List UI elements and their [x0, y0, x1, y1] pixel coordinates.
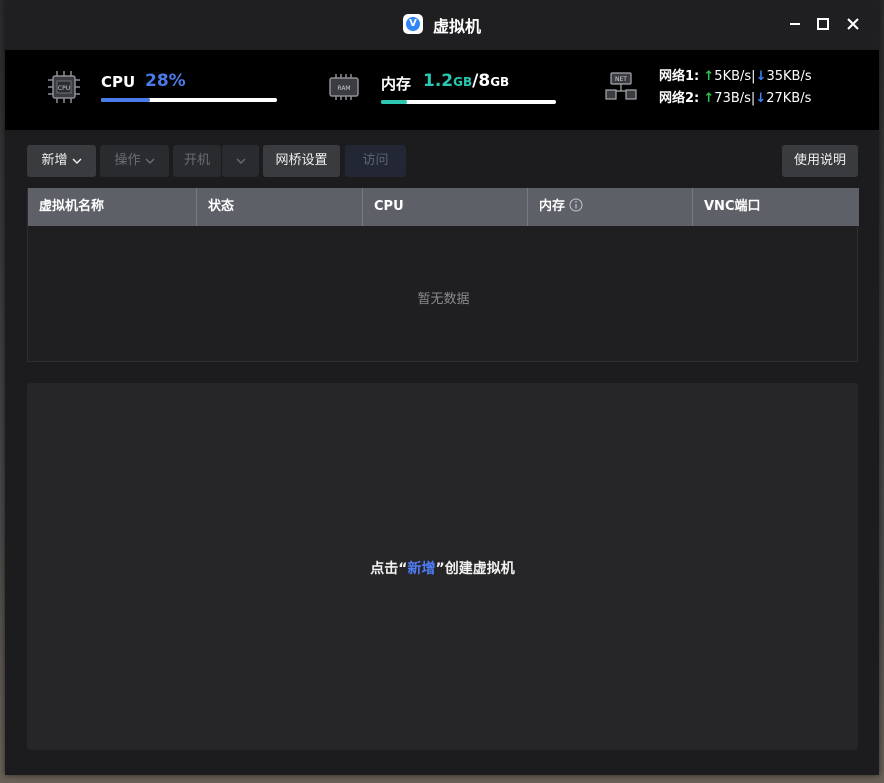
- memory-progress-fill: [381, 100, 408, 104]
- help-label: 使用说明: [793, 153, 846, 168]
- table-header: 虚拟机名称 状态 CPU 内存 VNC端口: [28, 188, 859, 226]
- column-header-cpu[interactable]: CPU: [363, 188, 528, 226]
- power-on-label: 开机: [183, 153, 210, 168]
- main-content: 新增 操作 开机 网桥设置 访问 使用说明 虚拟机名称 状态 CPU 内存 VN: [5, 130, 879, 775]
- close-icon: [847, 18, 859, 30]
- chevron-down-icon: [72, 158, 81, 164]
- app-logo-icon: V: [403, 14, 423, 34]
- new-dropdown-button[interactable]: 新增: [27, 145, 96, 177]
- column-header-vm-name[interactable]: 虚拟机名称: [28, 188, 197, 226]
- hint-close-quote: ”: [435, 561, 445, 577]
- memory-used-unit: GB: [453, 75, 473, 89]
- download-arrow-icon: ↓: [755, 91, 767, 106]
- maximize-button[interactable]: [813, 14, 833, 34]
- memory-total: 8: [478, 71, 491, 91]
- network-2-stats: 网络2: ↑73B/s|↓27KB/s: [659, 91, 812, 106]
- upload-arrow-icon: ↑: [703, 69, 715, 84]
- table-empty-text: 暂无数据: [417, 292, 470, 307]
- create-hint-panel: 点击“新增”创建虚拟机: [27, 383, 858, 750]
- memory-value: 1.2GB/8GB: [423, 71, 509, 91]
- column-header-status[interactable]: 状态: [197, 188, 363, 226]
- memory-total-unit: GB: [490, 75, 510, 89]
- create-hint: 点击“新增”创建虚拟机: [27, 558, 858, 578]
- cpu-label: CPU: [101, 73, 136, 91]
- power-dropdown-toggle[interactable]: [222, 145, 259, 177]
- window-title: 虚拟机: [433, 17, 482, 36]
- operate-dropdown-button[interactable]: 操作: [100, 145, 169, 177]
- app-logo-letter: V: [406, 17, 420, 31]
- cpu-chip-icon: CPU: [47, 70, 81, 108]
- network-icon: NET: [605, 72, 637, 106]
- cpu-progress-track: [101, 98, 277, 102]
- vm-table: 虚拟机名称 状态 CPU 内存 VNC端口 暂无数据: [27, 188, 859, 362]
- chevron-down-icon: [145, 158, 154, 164]
- resource-monitor: CPU CPU 28% RAM 内存 1.2GB/8GB NET 网络1: ↑5…: [5, 50, 879, 130]
- network-1-label: 网络1:: [659, 69, 700, 84]
- column-header-vnc-port[interactable]: VNC端口: [693, 188, 859, 226]
- network-1-down: 35KB/s: [766, 69, 812, 84]
- memory-progress-track: [381, 100, 556, 104]
- bridge-settings-button[interactable]: 网桥设置: [263, 145, 340, 177]
- memory-used: 1.2: [423, 71, 454, 91]
- column-header-memory[interactable]: 内存: [528, 188, 693, 226]
- network-1-stats: 网络1: ↑5KB/s|↓35KB/s: [659, 69, 812, 84]
- chevron-down-icon: [236, 158, 245, 164]
- minimize-button[interactable]: [785, 14, 805, 34]
- close-button[interactable]: [843, 14, 863, 34]
- cpu-value: 28%: [145, 71, 186, 91]
- help-button[interactable]: 使用说明: [782, 145, 858, 177]
- network-1-up: 5KB/s: [714, 69, 752, 84]
- access-button[interactable]: 访问: [345, 145, 406, 177]
- new-button-label: 新增: [41, 153, 68, 168]
- ram-chip-icon: RAM: [327, 70, 361, 108]
- net-chip-text: NET: [615, 76, 627, 83]
- cpu-progress-fill: [101, 98, 151, 102]
- access-label: 访问: [362, 153, 389, 168]
- upload-arrow-icon: ↑: [703, 91, 715, 106]
- title-bar[interactable]: V 虚拟机: [5, 0, 879, 50]
- power-on-button[interactable]: 开机: [173, 145, 221, 177]
- minimize-icon: [790, 23, 800, 25]
- network-2-down: 27KB/s: [766, 91, 812, 106]
- download-arrow-icon: ↓: [755, 69, 767, 84]
- bridge-settings-label: 网桥设置: [275, 153, 328, 168]
- operate-button-label: 操作: [114, 153, 141, 168]
- cpu-chip-text: CPU: [58, 85, 70, 92]
- info-icon[interactable]: [569, 198, 583, 212]
- hint-prefix: 点击: [370, 561, 399, 577]
- ram-chip-text: RAM: [337, 85, 350, 92]
- maximize-icon: [817, 18, 829, 30]
- vm-window: V 虚拟机 CPU CPU 28% RAM 内存 1.2GB/8GB NET 网…: [5, 0, 879, 775]
- hint-new-link[interactable]: 新增: [408, 561, 436, 577]
- hint-open-quote: “: [398, 561, 408, 577]
- hint-suffix: 创建虚拟机: [444, 561, 515, 577]
- network-2-up: 73B/s: [714, 91, 751, 106]
- memory-label: 内存: [381, 75, 412, 93]
- network-2-label: 网络2:: [659, 91, 700, 106]
